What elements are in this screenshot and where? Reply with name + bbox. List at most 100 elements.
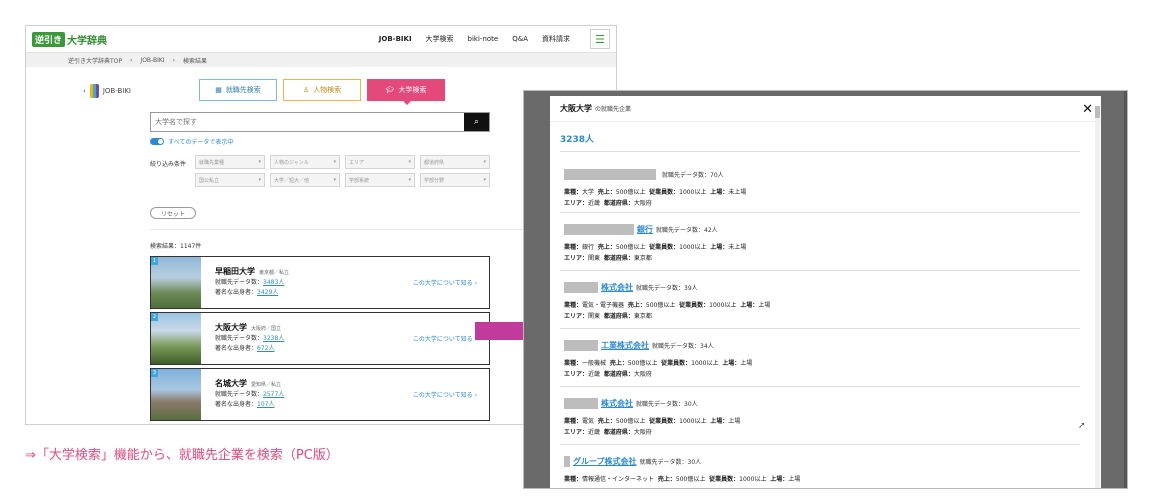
redacted-name [564, 398, 598, 409]
all-data-toggle[interactable] [150, 138, 164, 145]
meta-label-listed: 上場： [710, 244, 729, 251]
famous-link[interactable]: 107人 [257, 401, 274, 408]
modal-header: 大阪大学 の就職先企業 [550, 96, 1101, 122]
filter-faculty-group[interactable]: 学部系統 ▾ [345, 173, 415, 187]
nav-request[interactable]: 資料請求 [542, 34, 570, 44]
caret-down-icon: ▾ [408, 177, 411, 183]
reset-button[interactable]: リセット [150, 207, 196, 219]
famous-link[interactable]: 672人 [257, 345, 274, 352]
all-data-toggle-row: すべてのデータで表示中 [150, 137, 233, 146]
meta-area: 近畿 [588, 429, 601, 436]
modal-scrollbar[interactable] [1095, 106, 1100, 488]
nav-jobbiki[interactable]: JOB-BIKI [379, 35, 412, 43]
meta-pref: 東京都 [633, 313, 652, 320]
breadcrumb-jobbiki[interactable]: JOB-BIKI [140, 57, 164, 64]
hamburger-icon[interactable]: ☰ [590, 29, 610, 49]
result-card-osaka[interactable]: 2 大阪大学 大阪府／国立 就職先データ数：3238人 著名な出身者：672人 こ… [150, 312, 490, 365]
scrollbar-thumb[interactable] [1095, 106, 1100, 118]
univ-location: 愛知県／私立 [251, 382, 282, 388]
job-data-link[interactable]: 2577人 [263, 391, 284, 398]
nav-biki-note[interactable]: biki-note [468, 35, 499, 43]
company-meta: 業種：大学 売上：500億以上 従業員数：1000以上 上場：未上場 エリア：近… [564, 187, 1084, 209]
result-rank: 2 [151, 313, 158, 321]
filter-person-genre[interactable]: 人物のジャンル ▾ [270, 155, 340, 169]
meta-area: 関東 [588, 313, 601, 320]
caret-down-icon: ▾ [483, 177, 486, 183]
famous-link[interactable]: 3429人 [257, 289, 278, 296]
company-item: 株式会社 就職先データ数：39人 業種：電気・電子機器 売上：500億以上 従業員… [564, 282, 1084, 322]
filter-ownership[interactable]: 国公私立 ▾ [195, 173, 265, 187]
company-name-link[interactable]: 銀行 [637, 224, 653, 235]
meta-label-employees: 従業員数： [679, 302, 710, 309]
tab-univ-label: 大学検索 [398, 86, 427, 94]
famous-label: 著名な出身者： [215, 345, 258, 352]
search-icon[interactable]: ⌕ [464, 113, 489, 131]
search-input[interactable] [151, 113, 464, 131]
meta-label-listed: 上場： [722, 360, 741, 367]
back-chevron-icon[interactable]: ‹ [83, 87, 86, 95]
meta-label-industry: 業種： [564, 189, 583, 196]
learn-more-link[interactable]: この大学について知る › [413, 390, 489, 399]
meta-pref: 大阪府 [633, 200, 652, 207]
redacted-name [564, 282, 598, 293]
meta-label-area: エリア： [564, 429, 589, 436]
meta-listed: 上場 [788, 476, 801, 483]
filter-school-type-label: 大学／短大／他 [274, 177, 310, 184]
meta-listed: 上場 [728, 418, 741, 425]
divider [560, 444, 1080, 445]
nav-univ-search[interactable]: 大学検索 [426, 34, 454, 44]
redacted-name [564, 340, 598, 351]
filter-area[interactable]: エリア ▾ [345, 155, 415, 169]
toggle-label: すべてのデータで表示中 [168, 139, 234, 146]
site-logo[interactable]: 逆引き 大学辞典 [32, 31, 107, 47]
filter-prefecture[interactable]: 都道府県 ▾ [420, 155, 490, 169]
meta-pref: 東京都 [633, 255, 652, 262]
company-data-count: 就職先データ数：42人 [656, 227, 718, 234]
univ-photo [151, 369, 201, 420]
meta-listed: 上場 [740, 360, 753, 367]
nav-qa[interactable]: Q&A [512, 35, 528, 43]
meta-sales: 500億以上 [615, 418, 646, 425]
breadcrumb-home[interactable]: 逆引き大学辞典TOP [68, 56, 122, 65]
tab-person-search[interactable]: ♙ 人物検索 [283, 79, 361, 101]
univ-location: 大阪府／国立 [251, 326, 282, 332]
meta-label-pref: 都道府県： [603, 371, 634, 378]
meta-label-listed: 上場： [710, 418, 729, 425]
divider [560, 270, 1080, 271]
tab-univ-search[interactable]: 🎓︎ 大学検索 [367, 79, 445, 105]
result-card-waseda[interactable]: 1 早稲田大学 東京都／私立 就職先データ数：3483人 著名な出身者：3429人… [150, 256, 490, 309]
meta-label-pref: 都道府県： [603, 429, 634, 436]
job-data-link[interactable]: 3238人 [263, 335, 284, 342]
meta-label-area: エリア： [564, 255, 589, 262]
meta-employees: 1000以上 [679, 244, 707, 251]
company-name-link[interactable]: グループ株式会社 [573, 456, 637, 467]
company-name-link[interactable]: 株式会社 [601, 398, 633, 409]
logo-badge: 逆引き [32, 31, 66, 47]
learn-more-link[interactable]: この大学について知る › [413, 278, 489, 287]
filter-faculty-field[interactable]: 学部分野 ▾ [420, 173, 490, 187]
meta-listed: 未上場 [728, 244, 747, 251]
close-icon[interactable]: ✕ [1082, 102, 1093, 117]
company-name-link[interactable]: 株式会社 [601, 282, 633, 293]
meta-area: 近畿 [588, 200, 601, 207]
company-meta: 業種：銀行 売上：500億以上 従業員数：1000以上 上場：未上場 エリア：関… [564, 242, 1084, 264]
meta-label-industry: 業種： [564, 244, 583, 251]
company-name-link[interactable]: 工業株式会社 [601, 340, 649, 351]
filter-industry[interactable]: 就職先業種 ▾ [195, 155, 265, 169]
univ-photo [151, 257, 201, 308]
job-data-link[interactable]: 3483人 [263, 279, 284, 286]
meta-label-listed: 上場： [710, 189, 729, 196]
famous-label: 著名な出身者： [215, 401, 258, 408]
person-icon: ♙ [302, 86, 310, 94]
modal-subtitle: の就職先企業 [595, 106, 632, 113]
result-card-meijo[interactable]: 3 名城大学 愛知県／私立 就職先データ数：2577人 著名な出身者：107人 こ… [150, 368, 490, 421]
tab-job-search[interactable]: ▦ 就職先検索 [199, 79, 277, 101]
filter-school-type[interactable]: 大学／短大／他 ▾ [270, 173, 340, 187]
company-data-count: 就職先データ数：34人 [652, 343, 714, 350]
page-edge [1124, 91, 1127, 488]
meta-label-industry: 業種： [564, 302, 583, 309]
divider [560, 328, 1080, 329]
meta-sales: 500億以上 [615, 189, 646, 196]
tab-job-label: 就職先検索 [225, 86, 261, 94]
building-icon: ▦ [215, 86, 222, 94]
